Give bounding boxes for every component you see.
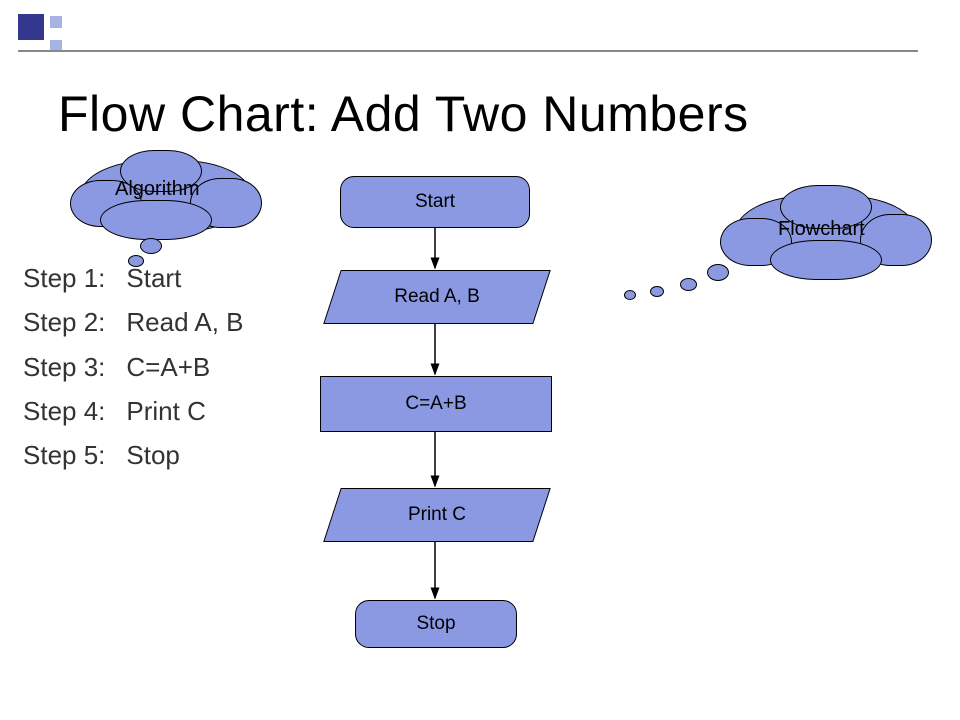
step-row: Step 2:Read A, B <box>22 301 261 343</box>
step-row: Step 4:Print C <box>22 390 261 432</box>
flowchart-cloud-lobe <box>770 240 882 280</box>
step-text: Start <box>125 257 261 299</box>
step-num: Step 2: <box>22 301 123 343</box>
title-rule <box>18 50 918 52</box>
flow-read-label: Read A, B <box>333 286 541 308</box>
flow-print-node: Print C <box>323 488 551 542</box>
flowchart-cloud-bubble <box>650 286 664 297</box>
algorithm-cloud-bubble <box>140 238 162 254</box>
flowchart-cloud-bubble <box>707 264 729 281</box>
flowchart-cloud-bubble <box>624 290 636 300</box>
step-row: Step 3:C=A+B <box>22 346 261 388</box>
step-row: Step 1:Start <box>22 257 261 299</box>
slide-bullet-decoration <box>18 14 62 52</box>
step-text: Read A, B <box>125 301 261 343</box>
flow-start-label: Start <box>341 191 529 213</box>
step-row: Step 5:Stop <box>22 434 261 476</box>
step-num: Step 1: <box>22 257 123 299</box>
slide-title: Flow Chart: Add Two Numbers <box>58 85 749 143</box>
algorithm-cloud-lobe <box>100 200 212 240</box>
flow-stop-label: Stop <box>356 613 516 635</box>
step-num: Step 5: <box>22 434 123 476</box>
step-text: C=A+B <box>125 346 261 388</box>
flowchart-cloud-bubble <box>680 278 697 291</box>
step-text: Print C <box>125 390 261 432</box>
step-num: Step 4: <box>22 390 123 432</box>
flow-stop-node: Stop <box>355 600 517 648</box>
flow-read-node: Read A, B <box>323 270 551 324</box>
algorithm-cloud-label: Algorithm <box>115 178 199 201</box>
flow-start-node: Start <box>340 176 530 228</box>
step-text: Stop <box>125 434 261 476</box>
slide: Flow Chart: Add Two Numbers Algorithm Fl… <box>0 0 960 720</box>
step-num: Step 3: <box>22 346 123 388</box>
flowchart-cloud-label: Flowchart <box>778 218 865 241</box>
flow-print-label: Print C <box>333 504 541 526</box>
flow-process-node: C=A+B <box>320 376 552 432</box>
flow-process-label: C=A+B <box>321 393 551 415</box>
algorithm-steps: Step 1:Start Step 2:Read A, B Step 3:C=A… <box>20 255 263 478</box>
